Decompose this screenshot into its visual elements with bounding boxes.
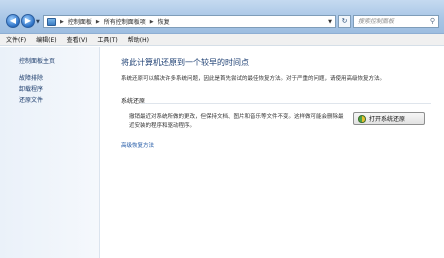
- open-system-restore-button[interactable]: 打开系统还原: [353, 112, 425, 125]
- address-bar[interactable]: ▶ 控制面板 ▶ 所有控制面板项 ▶ 恢复 ▼: [43, 15, 336, 28]
- menu-help[interactable]: 帮助(H): [128, 35, 149, 44]
- breadcrumb-separator-icon[interactable]: ▶: [150, 19, 154, 25]
- menu-view[interactable]: 查看(V): [67, 35, 88, 44]
- sidebar-item-uninstall-program[interactable]: 卸载程序: [19, 84, 43, 93]
- section-divider: [141, 103, 431, 104]
- page-description: 系统还原可以解决许多系统问题，因此是首先尝试的最佳恢复方法。对于严重的问题，请使…: [121, 76, 386, 82]
- menu-tools[interactable]: 工具(T): [97, 35, 117, 44]
- page-title: 将此计算机还原到一个较早的时间点: [121, 58, 249, 67]
- menu-file[interactable]: 文件(F): [6, 35, 26, 44]
- open-system-restore-label: 打开系统还原: [369, 116, 406, 123]
- control-panel-icon: [47, 17, 56, 26]
- sidebar-item-control-panel-home[interactable]: 控制面板主页: [19, 56, 55, 65]
- advanced-recovery-link[interactable]: 高级恢复方法: [121, 141, 154, 149]
- address-dropdown-icon[interactable]: ▼: [328, 19, 332, 25]
- shield-icon: [358, 114, 366, 123]
- menu-bar: 文件(F) 编辑(E) 查看(V) 工具(T) 帮助(H): [0, 34, 444, 46]
- search-icon[interactable]: ⚲: [430, 16, 435, 27]
- breadcrumb-separator-icon[interactable]: ▶: [60, 19, 64, 25]
- breadcrumb-all-items[interactable]: 所有控制面板项: [104, 17, 146, 26]
- refresh-icon[interactable]: ↻: [338, 15, 351, 28]
- left-task-pane: 控制面板主页 故障排除 卸载程序 还原文件: [0, 47, 100, 258]
- search-input[interactable]: 搜索控制面板 ⚲: [353, 15, 439, 28]
- window-titlebar: ◀ ▶ ▼ ▶ 控制面板 ▶ 所有控制面板项 ▶ 恢复 ▼ ↻ 搜索控制面板 ⚲: [0, 0, 444, 34]
- menu-edit[interactable]: 编辑(E): [36, 35, 56, 44]
- search-placeholder: 搜索控制面板: [358, 18, 395, 25]
- recent-pages-chevron-icon[interactable]: ▼: [36, 19, 40, 25]
- breadcrumb-separator-icon[interactable]: ▶: [96, 19, 100, 25]
- sidebar-item-restore-files[interactable]: 还原文件: [19, 95, 43, 104]
- sidebar-item-troubleshooting[interactable]: 故障排除: [19, 73, 43, 82]
- forward-arrow-icon[interactable]: ▶: [21, 14, 35, 28]
- breadcrumb-recovery[interactable]: 恢复: [158, 17, 170, 26]
- breadcrumb-control-panel[interactable]: 控制面板: [68, 17, 92, 26]
- back-arrow-icon[interactable]: ◀: [6, 14, 20, 28]
- system-restore-description: 撤销最近对系统所做的更改，但保持文档、图片和音乐等文件不变。这样做可能会删除最近…: [129, 114, 344, 129]
